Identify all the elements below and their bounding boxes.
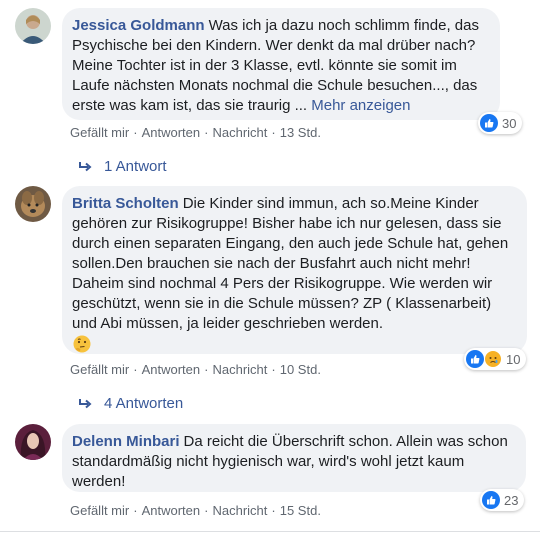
comment-actions: Gefällt mir · Antworten · Nachricht · 13 Std. (70, 125, 321, 141)
reply-button[interactable]: Antworten (142, 362, 201, 377)
comment-author[interactable]: Jessica Goldmann (72, 17, 205, 34)
message-button[interactable]: Nachricht (212, 503, 267, 518)
comment-author[interactable]: Delenn Minbari (72, 433, 180, 450)
reaction-summary[interactable]: 10 (464, 348, 527, 370)
comment-bubble: Britta Scholten Die Kinder sind immun, ac… (62, 186, 527, 354)
replies-count: 1 Antwort (104, 158, 167, 175)
separator: · (133, 125, 138, 140)
reply-button[interactable]: Antworten (142, 125, 201, 140)
reaction-summary[interactable]: 23 (480, 489, 525, 511)
reply-arrow-icon (79, 399, 92, 409)
replies-count: 4 Antworten (104, 395, 184, 412)
reply-button[interactable]: Antworten (142, 503, 201, 518)
separator: · (133, 503, 138, 518)
avatar[interactable] (15, 424, 51, 460)
message-button[interactable]: Nachricht (212, 125, 267, 140)
like-icon (480, 114, 498, 132)
like-button[interactable]: Gefällt mir (70, 503, 129, 518)
reaction-count: 10 (506, 351, 521, 367)
like-button[interactable]: Gefällt mir (70, 362, 129, 377)
message-button[interactable]: Nachricht (212, 362, 267, 377)
separator: · (271, 125, 276, 140)
view-replies-link[interactable]: 4 Antworten (78, 394, 183, 414)
timestamp[interactable]: 15 Std. (280, 503, 321, 518)
like-icon (466, 350, 484, 368)
separator: · (133, 362, 138, 377)
view-replies-link[interactable]: 1 Antwort (78, 157, 167, 177)
reaction-count: 30 (502, 115, 517, 131)
separator: · (271, 362, 276, 377)
separator: · (271, 503, 276, 518)
timestamp[interactable]: 10 Std. (280, 362, 321, 377)
separator: · (204, 125, 209, 140)
avatar[interactable] (15, 8, 51, 44)
more-link[interactable]: Mehr anzeigen (311, 97, 410, 114)
sad-reaction-icon (484, 350, 502, 368)
comment-text: Die Kinder sind immun, ach so.Meine Kind… (72, 195, 509, 332)
like-button[interactable]: Gefällt mir (70, 125, 129, 140)
timestamp[interactable]: 13 Std. (280, 125, 321, 140)
like-icon (482, 491, 500, 509)
comment-actions: Gefällt mir · Antworten · Nachricht · 10 Std. (70, 362, 321, 378)
avatar[interactable] (15, 186, 51, 222)
comment-bubble: Jessica Goldmann Was ich ja dazu noch sch… (62, 8, 500, 120)
bottom-divider (0, 531, 540, 532)
comment-author[interactable]: Britta Scholten (72, 195, 179, 212)
reaction-summary[interactable]: 30 (478, 112, 523, 134)
comment-bubble: Delenn Minbari Da reicht die Überschrift … (62, 424, 526, 492)
comment-actions: Gefällt mir · Antworten · Nachricht · 15 Std. (70, 503, 321, 519)
separator: · (204, 362, 209, 377)
separator: · (204, 503, 209, 518)
reaction-count: 23 (504, 492, 519, 508)
reply-arrow-icon (79, 162, 92, 172)
thinking-face-icon (72, 334, 92, 360)
